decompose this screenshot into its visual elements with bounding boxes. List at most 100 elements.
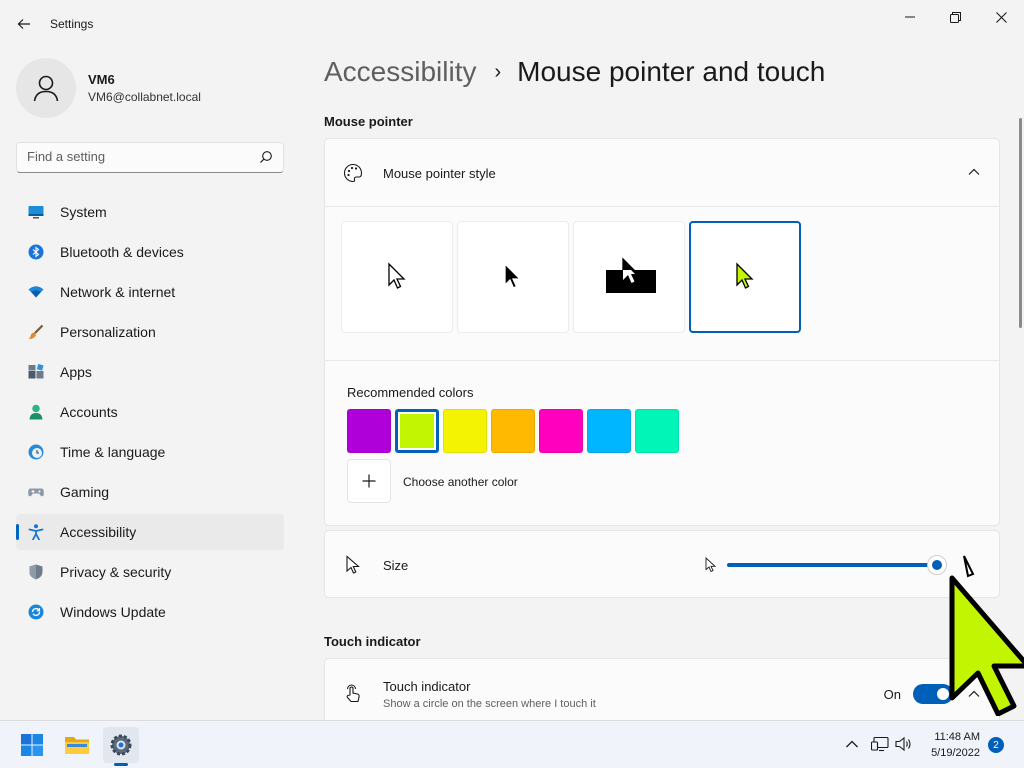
inverted-cursor-icon xyxy=(606,257,656,293)
refresh-icon xyxy=(28,604,44,620)
pointer-size-card: Size xyxy=(324,530,1000,598)
clock-time: 11:48 AM xyxy=(934,731,980,743)
network-tray-icon[interactable] xyxy=(871,735,889,753)
search-box[interactable] xyxy=(16,142,284,173)
sidebar-item-accounts[interactable]: Accounts xyxy=(16,394,284,430)
color-swatch-lime[interactable] xyxy=(395,409,439,453)
folder-icon xyxy=(65,737,89,754)
sidebar-item-windows-update[interactable]: Windows Update xyxy=(16,594,284,630)
recommended-colors-area: Recommended colors Choose another color xyxy=(325,361,999,525)
search-input[interactable] xyxy=(27,149,252,164)
volume-tray-icon[interactable] xyxy=(895,735,913,753)
notification-badge[interactable]: 2 xyxy=(988,737,1004,753)
gamepad-icon xyxy=(28,488,44,497)
sidebar-item-label: Accessibility xyxy=(60,524,137,540)
avatar xyxy=(16,58,76,118)
touch-indicator-card[interactable]: Touch indicator Show a circle on the scr… xyxy=(324,658,1000,728)
close-button[interactable] xyxy=(978,2,1024,32)
touch-indicator-toggle[interactable] xyxy=(913,684,953,704)
breadcrumb-parent[interactable]: Accessibility xyxy=(324,56,476,88)
recommended-colors-label: Recommended colors xyxy=(347,385,474,400)
chevron-up-icon[interactable] xyxy=(965,163,983,181)
pointer-style-inverted[interactable] xyxy=(573,221,685,333)
scrollbar[interactable] xyxy=(1019,118,1022,328)
show-hidden-icons-button[interactable] xyxy=(843,735,861,753)
color-swatch-orange[interactable] xyxy=(491,409,535,453)
color-swatch-yellow[interactable] xyxy=(443,409,487,453)
shield-icon xyxy=(29,564,43,580)
clock-date: 5/19/2022 xyxy=(931,747,980,759)
sidebar-item-label: Network & internet xyxy=(60,284,176,300)
user-profile[interactable]: VM6 VM6@collabnet.local xyxy=(16,58,201,118)
pointer-style-white[interactable] xyxy=(341,221,453,333)
restore-icon xyxy=(949,11,961,23)
close-icon xyxy=(995,11,1007,23)
sidebar-item-label: Privacy & security xyxy=(60,564,172,580)
size-slider-track[interactable] xyxy=(727,563,937,567)
monitor-icon xyxy=(28,206,44,219)
taskbar: 11:48 AM 5/19/2022 2 xyxy=(0,720,1024,768)
color-swatch-pink[interactable] xyxy=(539,409,583,453)
sidebar-item-label: Apps xyxy=(60,364,92,380)
bluetooth-icon xyxy=(28,244,44,260)
sidebar-item-label: Time & language xyxy=(60,444,166,460)
color-swatch-blue[interactable] xyxy=(587,409,631,453)
wifi-icon xyxy=(28,286,44,298)
sidebar-item-gaming[interactable]: Gaming xyxy=(16,474,284,510)
custom-color-cursor-icon xyxy=(736,262,754,289)
sidebar-item-label: System xyxy=(60,204,107,220)
app-title: Settings xyxy=(50,17,94,31)
toggle-state-label: On xyxy=(883,687,901,702)
sidebar-item-network[interactable]: Network & internet xyxy=(16,274,284,310)
person-icon xyxy=(29,404,43,420)
back-button[interactable] xyxy=(12,12,36,36)
profile-email: VM6@collabnet.local xyxy=(88,90,201,104)
sidebar-item-system[interactable]: System xyxy=(16,194,284,230)
choose-another-color-label: Choose another color xyxy=(403,475,518,489)
breadcrumb-separator: › xyxy=(494,60,502,83)
profile-name: VM6 xyxy=(88,72,115,87)
search-icon[interactable] xyxy=(259,150,273,164)
accessibility-icon xyxy=(28,524,44,540)
minimize-button[interactable] xyxy=(887,2,933,32)
sidebar-nav: System Bluetooth & devices Network & int… xyxy=(16,194,284,634)
file-explorer-button[interactable] xyxy=(59,727,95,763)
sidebar-item-apps[interactable]: Apps xyxy=(16,354,284,390)
pointer-style-custom[interactable] xyxy=(689,221,801,333)
mouse-pointer-style-header[interactable]: Mouse pointer style xyxy=(325,139,999,207)
palette-icon xyxy=(344,163,363,183)
gear-icon xyxy=(110,734,132,756)
network-monitor-icon xyxy=(871,736,889,752)
brush-icon xyxy=(28,324,44,339)
sidebar-item-time-language[interactable]: Time & language xyxy=(16,434,284,470)
color-swatch-teal[interactable] xyxy=(635,409,679,453)
pointer-style-black[interactable] xyxy=(457,221,569,333)
sidebar-item-accessibility[interactable]: Accessibility xyxy=(16,514,284,550)
sidebar-item-bluetooth[interactable]: Bluetooth & devices xyxy=(16,234,284,270)
choose-another-color-button[interactable] xyxy=(347,459,391,503)
section-title-touch-indicator: Touch indicator xyxy=(324,634,421,649)
person-icon xyxy=(33,75,59,102)
maximize-button[interactable] xyxy=(932,2,978,32)
page-title: Mouse pointer and touch xyxy=(517,56,826,87)
sidebar-item-label: Windows Update xyxy=(60,604,166,620)
plus-icon xyxy=(362,474,376,488)
taskbar-clock[interactable]: 11:48 AM 5/19/2022 xyxy=(931,729,980,761)
chevron-up-icon[interactable] xyxy=(965,685,983,703)
pointer-style-options xyxy=(325,207,999,361)
mouse-pointer-style-label: Mouse pointer style xyxy=(383,166,496,181)
pointer-size-label: Size xyxy=(383,558,409,573)
touch-hand-icon xyxy=(346,684,360,703)
size-slider-thumb[interactable] xyxy=(927,555,947,575)
color-swatch-purple[interactable] xyxy=(347,409,391,453)
sidebar-item-privacy[interactable]: Privacy & security xyxy=(16,554,284,590)
title-bar: Settings xyxy=(0,0,1024,48)
apps-icon xyxy=(28,364,44,379)
black-cursor-icon xyxy=(504,262,522,289)
clock-globe-icon xyxy=(28,444,44,460)
sidebar-item-personalization[interactable]: Personalization xyxy=(16,314,284,350)
sidebar-item-label: Bluetooth & devices xyxy=(60,244,184,260)
start-button[interactable] xyxy=(14,727,50,763)
chevron-up-icon xyxy=(846,740,858,748)
settings-taskbar-button[interactable] xyxy=(103,727,139,763)
